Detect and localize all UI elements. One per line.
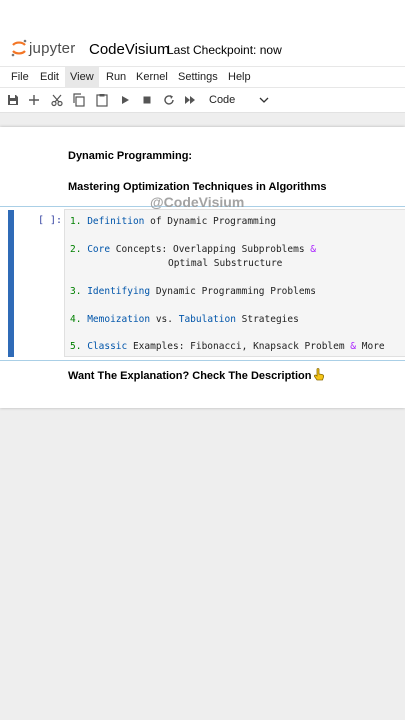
code-text: Concepts: Overlapping Subproblems xyxy=(110,244,311,255)
add-icon[interactable] xyxy=(27,93,41,107)
code-text: of Dynamic Programming xyxy=(144,216,276,227)
chevron-down-icon[interactable] xyxy=(259,96,269,104)
cell-prompt: [ ]: xyxy=(38,215,63,226)
menu-settings[interactable]: Settings xyxy=(173,67,223,88)
notebook-toolbar: Code xyxy=(0,88,405,113)
menu-edit[interactable]: Edit xyxy=(35,67,64,88)
code-text: Strategies xyxy=(235,314,299,325)
menu-view[interactable]: View xyxy=(65,67,99,88)
code-line-4: 4. Memoization vs. Tabulation Strategies xyxy=(70,314,299,325)
markdown-heading: Dynamic Programming: xyxy=(68,150,193,162)
jupyter-wordmark: jupyter xyxy=(29,40,76,57)
line-number: 1. xyxy=(70,216,82,227)
pointing-hand-icon xyxy=(314,368,325,381)
line-number: 3. xyxy=(70,286,82,297)
menu-run[interactable]: Run xyxy=(101,67,131,88)
code-text: More xyxy=(356,341,385,352)
notebook-title[interactable]: CodeVisium xyxy=(89,41,170,58)
operator: & xyxy=(310,244,316,255)
code-line-2-continued: Optimal Substructure xyxy=(168,258,283,269)
code-line-3: 3. Identifying Dynamic Programming Probl… xyxy=(70,286,316,297)
menu-help[interactable]: Help xyxy=(223,67,256,88)
code-editor[interactable]: 1. Definition of Dynamic Programming 2. … xyxy=(64,209,405,357)
code-text: Dynamic Programming Problems xyxy=(150,286,316,297)
keyword: Identifying xyxy=(87,286,151,297)
checkpoint-status: Last Checkpoint: now xyxy=(167,43,282,57)
code-line-5: 5. Classic Examples: Fibonacci, Knapsack… xyxy=(70,341,385,352)
line-number: 2. xyxy=(70,244,82,255)
copy-icon[interactable] xyxy=(72,93,86,107)
keyword: Memoization xyxy=(87,314,151,325)
jupyter-logo-icon xyxy=(11,39,27,57)
keyword: Tabulation xyxy=(178,314,236,325)
keyword: Core xyxy=(87,244,111,255)
keyword: Definition xyxy=(87,216,145,227)
code-line-2: 2. Core Concepts: Overlapping Subproblem… xyxy=(70,244,316,255)
paste-icon[interactable] xyxy=(95,93,109,107)
markdown-subheading: Mastering Optimization Techniques in Alg… xyxy=(68,181,327,193)
cut-icon[interactable] xyxy=(50,93,64,107)
code-text: vs. xyxy=(150,314,179,325)
fast-forward-icon[interactable] xyxy=(183,93,197,107)
line-number: 5. xyxy=(70,341,82,352)
active-cell-indicator xyxy=(8,210,14,357)
watermark: @CodeVisium xyxy=(150,194,245,210)
stop-icon[interactable] xyxy=(140,93,154,107)
code-line-1: 1. Definition of Dynamic Programming xyxy=(70,216,276,227)
menu-bar: File Edit View Run Kernel Settings Help xyxy=(0,66,405,88)
cell-type-select[interactable]: Code xyxy=(209,94,235,106)
save-icon[interactable] xyxy=(6,93,20,107)
line-number: 4. xyxy=(70,314,82,325)
menu-file[interactable]: File xyxy=(6,67,34,88)
footer-text: Want The Explanation? Check The Descript… xyxy=(68,370,312,382)
notebook-header: jupyter CodeVisium Last Checkpoint: now xyxy=(0,0,405,66)
markdown-footer: Want The Explanation? Check The Descript… xyxy=(68,368,325,382)
run-icon[interactable] xyxy=(118,93,132,107)
menu-kernel[interactable]: Kernel xyxy=(131,67,173,88)
keyword: Classic xyxy=(87,341,128,352)
code-text: Examples: Fibonacci, Knapsack Problem xyxy=(127,341,351,352)
restart-icon[interactable] xyxy=(162,93,176,107)
